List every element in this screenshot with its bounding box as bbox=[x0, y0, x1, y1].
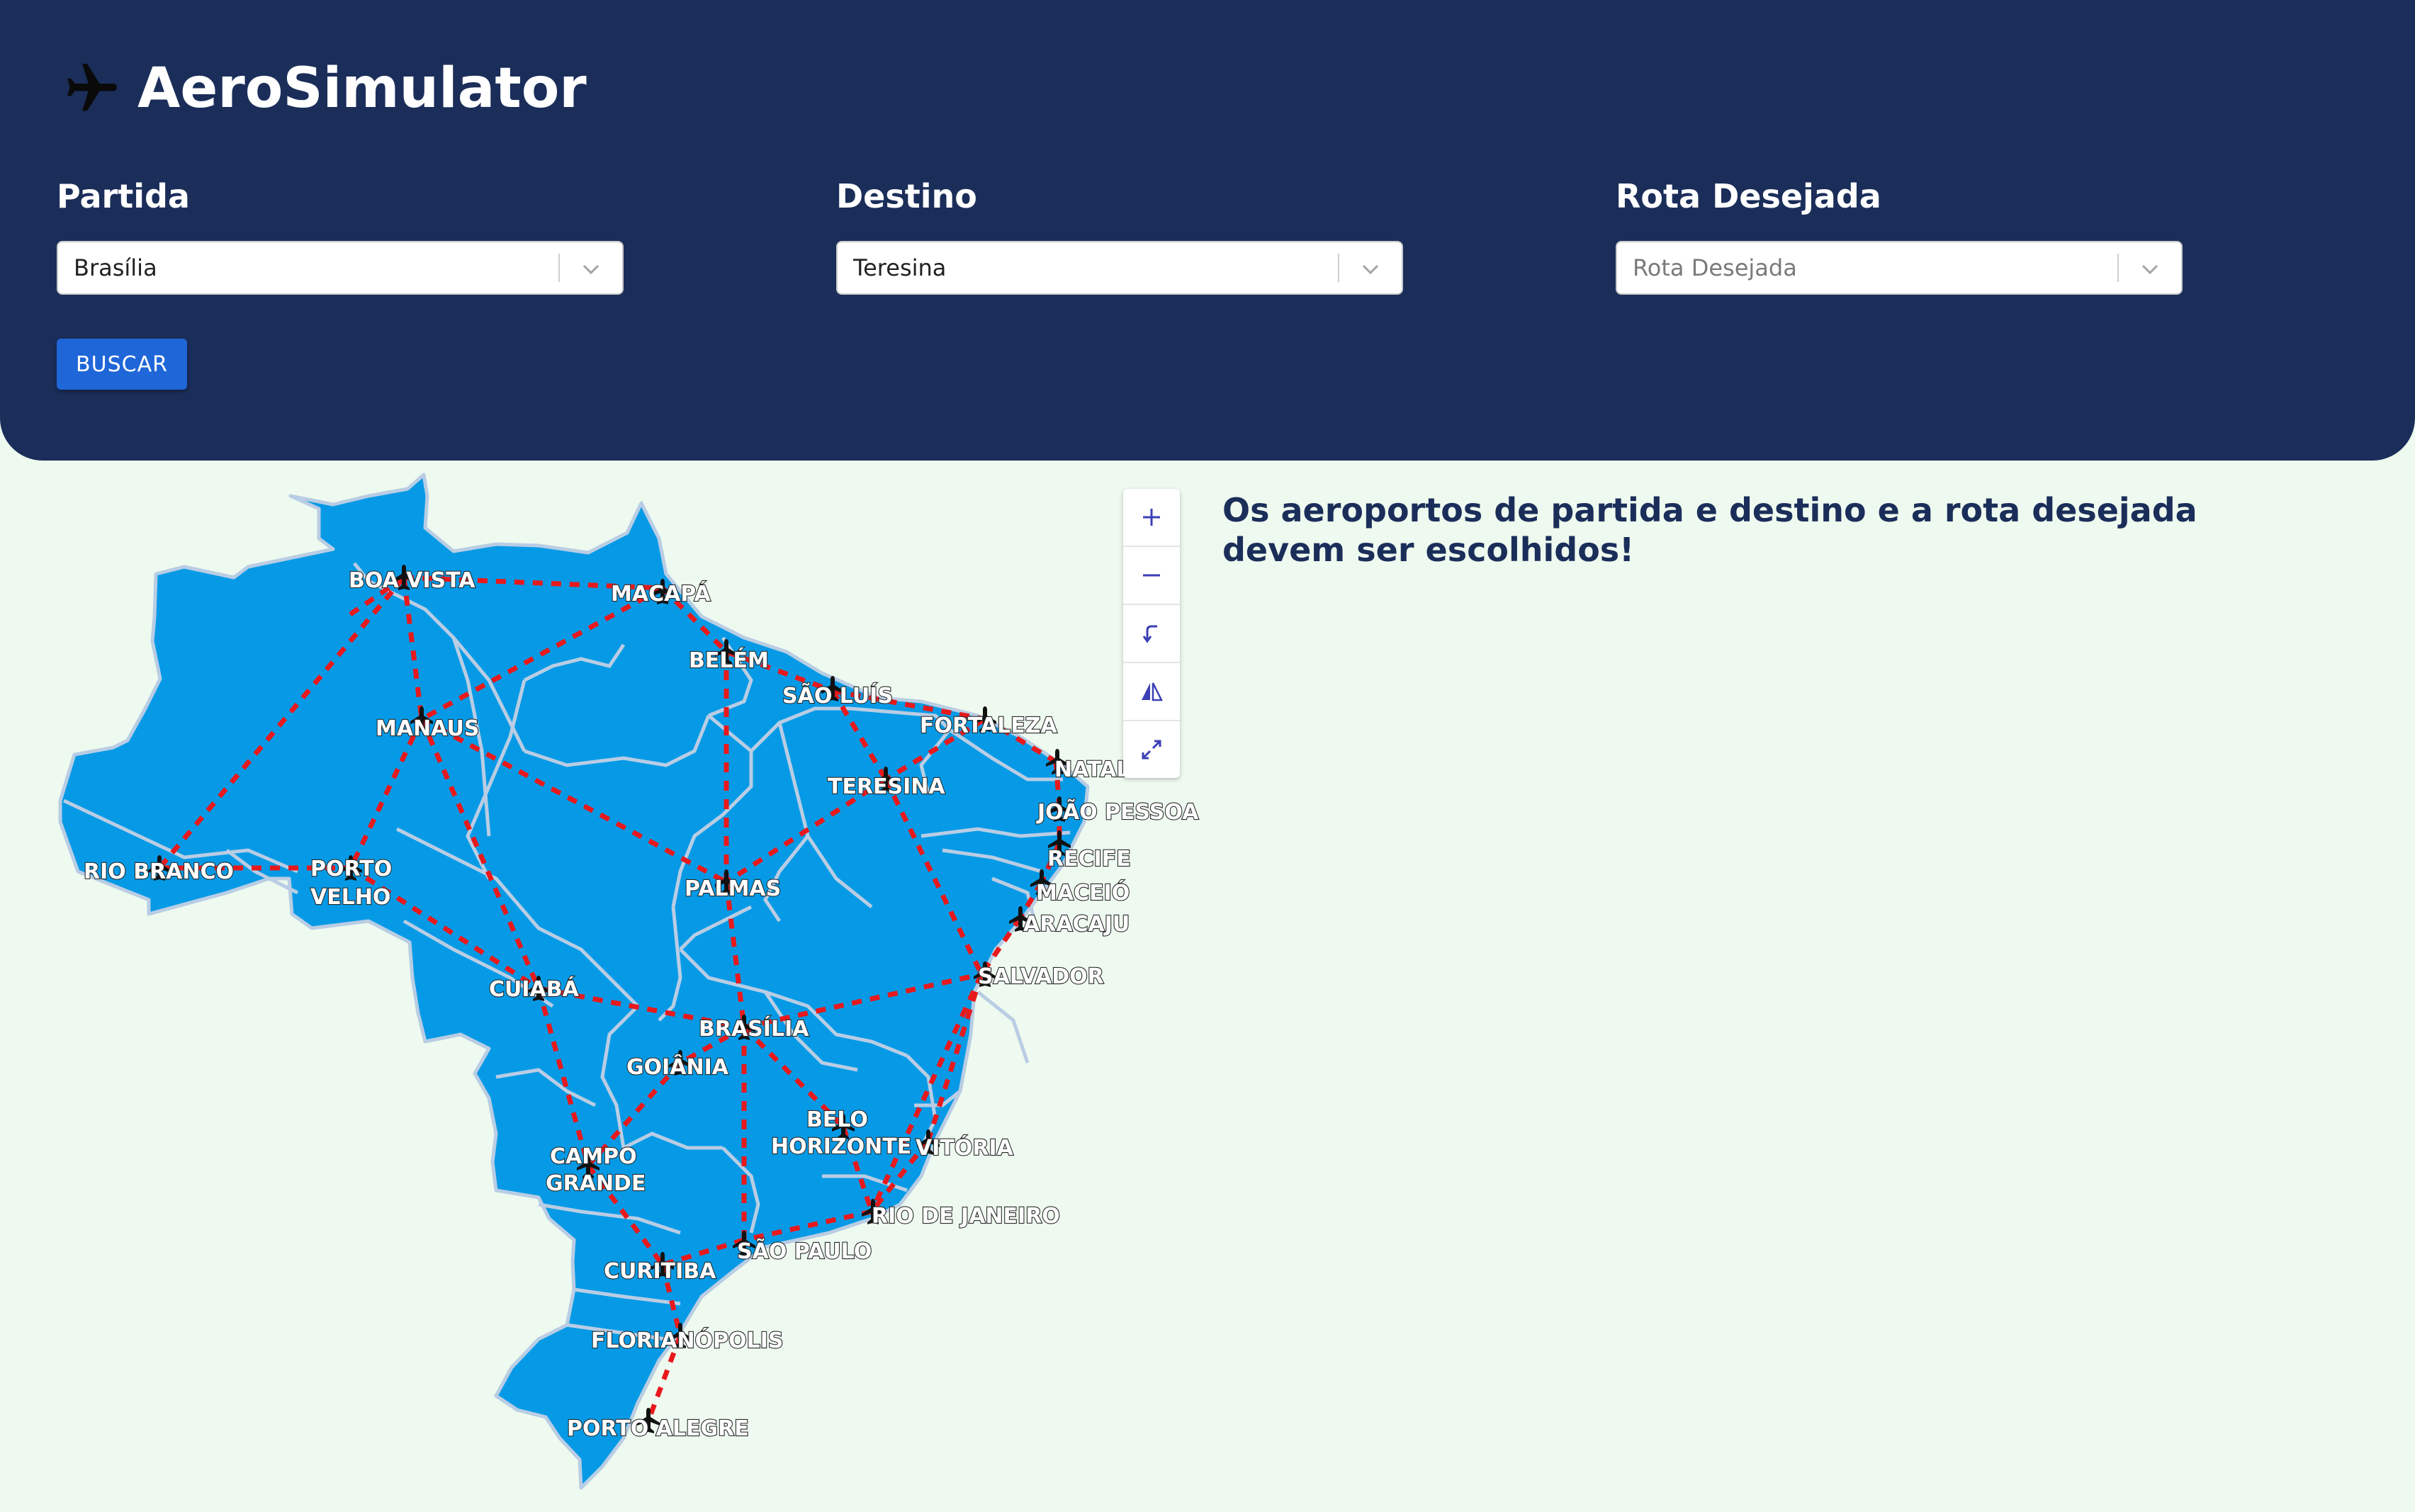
city-label-rio-de-janeiro: RIO DE JANEIRO bbox=[872, 1204, 1060, 1229]
city-label-joao-pessoa: JOÃO PESSOA bbox=[1036, 799, 1199, 825]
city-label-goiania: GOIÂNIA bbox=[626, 1054, 729, 1080]
reset-rotation-button[interactable] bbox=[1123, 605, 1180, 663]
city-label-belo-horizonte: HORIZONTE bbox=[771, 1134, 911, 1159]
zoom-in-button[interactable] bbox=[1123, 489, 1180, 547]
city-label-porto-velho: VELHO bbox=[310, 885, 390, 910]
app-title: AeroSimulator bbox=[137, 57, 587, 120]
departure-select[interactable]: Brasília bbox=[57, 241, 624, 295]
destination-label: Destino bbox=[836, 177, 977, 215]
city-label-brasilia: BRASÍLIA bbox=[699, 1016, 809, 1042]
brazil-map[interactable]: BOA VISTA MACAPÁ BELÉM SÃO LUÍS FORTALEZ… bbox=[0, 461, 1205, 1512]
city-label-porto-alegre: PORTO ALEGRE bbox=[567, 1416, 749, 1441]
brand: AeroSimulator bbox=[62, 50, 587, 128]
chevron-down-icon[interactable] bbox=[1355, 255, 1386, 283]
select-separator bbox=[2117, 254, 2119, 282]
city-label-curitiba: CURITIBA bbox=[604, 1259, 716, 1284]
city-label-sao-paulo: SÃO PAULO bbox=[737, 1238, 872, 1264]
tilt-button[interactable] bbox=[1123, 663, 1180, 721]
city-label-aracaju: ARACAJU bbox=[1023, 912, 1130, 937]
chevron-down-icon[interactable] bbox=[2134, 255, 2166, 283]
city-label-boa-vista: BOA VISTA bbox=[349, 568, 475, 593]
airplane-icon bbox=[67, 64, 117, 111]
city-label-palmas: PALMAS bbox=[685, 876, 781, 901]
destination-select[interactable]: Teresina bbox=[836, 241, 1403, 295]
city-label-campo-grande: CAMPO bbox=[550, 1144, 637, 1169]
city-label-salvador: SALVADOR bbox=[978, 964, 1104, 989]
instruction-message: Os aeroportos de partida e destino e a r… bbox=[1222, 491, 2197, 569]
departure-value: Brasília bbox=[74, 254, 157, 281]
city-label-macapa: MACAPÁ bbox=[611, 581, 711, 607]
select-separator bbox=[558, 254, 560, 282]
city-label-natal: NATAL bbox=[1054, 757, 1130, 782]
reset-rotation-icon bbox=[1142, 625, 1157, 643]
city-label-rio-branco: RIO BRANCO bbox=[84, 859, 234, 884]
header: AeroSimulator Partida Brasília Destino T… bbox=[0, 0, 2415, 461]
city-label-campo-grande: GRANDE bbox=[546, 1171, 646, 1196]
search-button[interactable]: BUSCAR bbox=[57, 339, 187, 390]
zoom-out-button[interactable] bbox=[1123, 547, 1180, 605]
city-label-fortaleza: FORTALEZA bbox=[920, 713, 1057, 738]
city-label-cuiaba: CUIABÁ bbox=[489, 976, 580, 1002]
city-label-sao-luis: SÃO LUÍS bbox=[782, 682, 893, 709]
destination-value: Teresina bbox=[853, 254, 947, 281]
city-label-recife: RECIFE bbox=[1047, 847, 1131, 871]
city-label-manaus: MANAUS bbox=[376, 716, 479, 741]
city-label-maceio: MACEIÓ bbox=[1036, 879, 1130, 905]
zoom-out-icon bbox=[1143, 574, 1160, 577]
city-label-belem: BELÉM bbox=[689, 648, 769, 673]
city-label-vitoria: VITÓRIA bbox=[916, 1134, 1014, 1161]
departure-label: Partida bbox=[57, 177, 190, 215]
tilt-icon bbox=[1142, 682, 1164, 701]
fullscreen-icon bbox=[1142, 740, 1161, 760]
city-label-florianopolis: FLORIANÓPOLIS bbox=[591, 1327, 784, 1353]
route-placeholder: Rota Desejada bbox=[1633, 254, 1797, 281]
city-label-teresina: TERESINA bbox=[828, 774, 945, 799]
city-label-porto-velho: PORTO bbox=[310, 857, 392, 881]
route-label: Rota Desejada bbox=[1616, 177, 1881, 215]
city-label-belo-horizonte: BELO bbox=[806, 1107, 868, 1132]
chevron-down-icon[interactable] bbox=[575, 255, 607, 283]
map-controls bbox=[1123, 489, 1180, 778]
route-select[interactable]: Rota Desejada bbox=[1616, 241, 2183, 295]
zoom-in-icon bbox=[1143, 509, 1160, 526]
fullscreen-button[interactable] bbox=[1123, 721, 1180, 778]
select-separator bbox=[1338, 254, 1339, 282]
